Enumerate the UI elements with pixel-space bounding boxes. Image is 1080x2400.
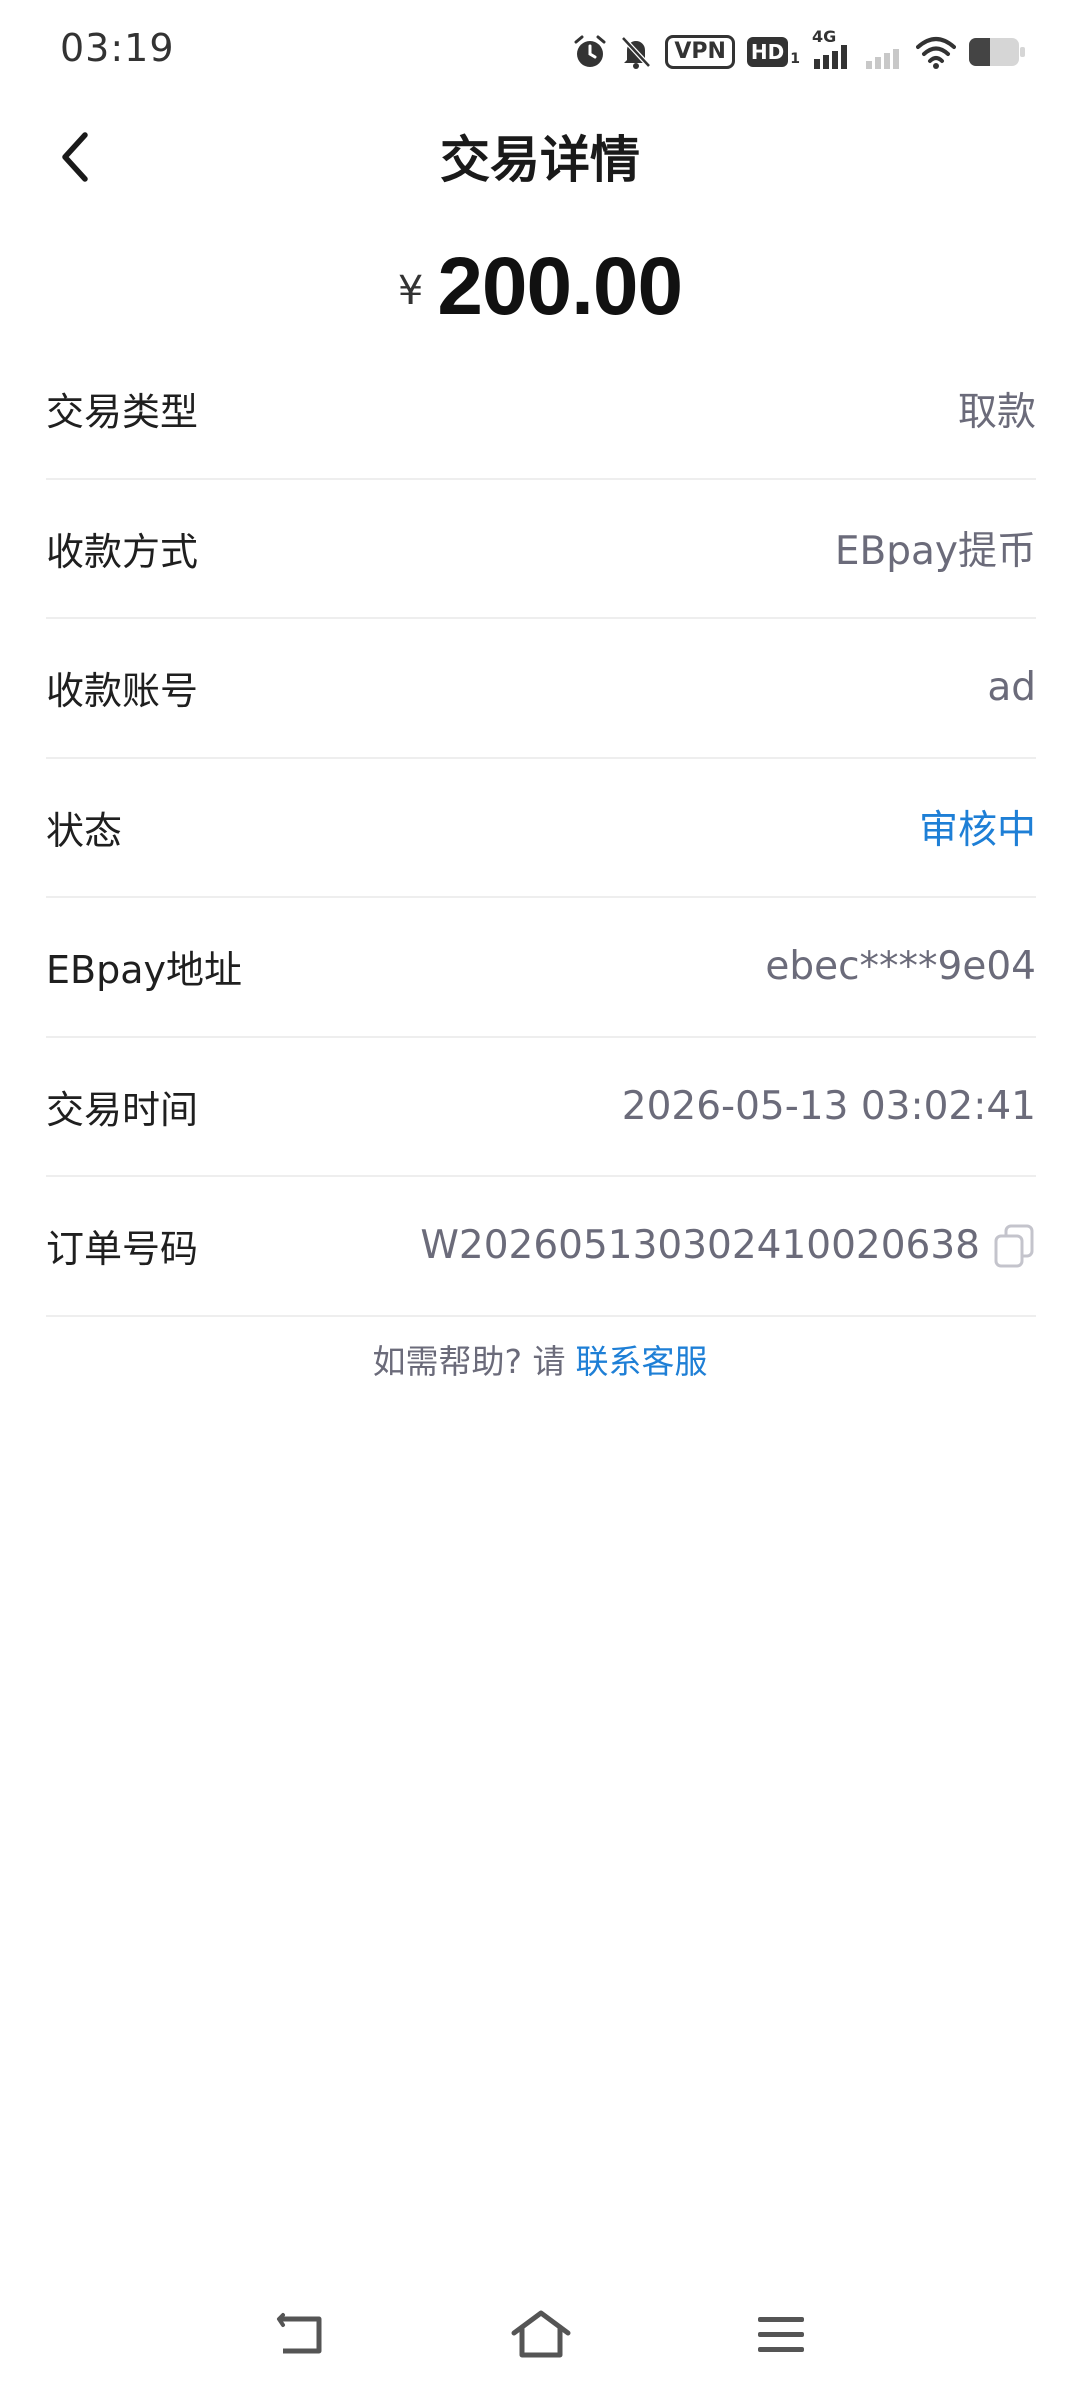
battery-icon (969, 38, 1025, 66)
row-payment-method: 收款方式 EBpay提币 (46, 480, 1036, 619)
row-value: 2026-05-13 03:02:41 (621, 1083, 1036, 1129)
nav-menu-button[interactable] (731, 2290, 831, 2380)
page-title: 交易详情 (440, 131, 640, 189)
wifi-icon (916, 37, 956, 69)
copy-button[interactable] (992, 1222, 1036, 1270)
menu-icon (758, 2317, 804, 2352)
header: 交易详情 (0, 95, 1080, 225)
row-label: 订单号码 (46, 1227, 199, 1272)
back-icon (277, 2313, 322, 2354)
row-value: ad (987, 665, 1036, 711)
row-value: EBpay提币 (834, 529, 1036, 575)
system-nav-bar (0, 2290, 1080, 2380)
row-account-number: 收款账号 ad (46, 619, 1036, 759)
hd-badge: HD 1 (746, 37, 800, 67)
row-label: 状态 (46, 808, 123, 853)
nav-back-button[interactable] (251, 2290, 351, 2380)
row-transaction-type: 交易类型 取款 (46, 340, 1036, 480)
row-order-number: 订单号码 W202605130302410020638 (46, 1177, 1036, 1317)
row-value: 取款 (957, 389, 1036, 435)
copy-icon (994, 1224, 1034, 1268)
transaction-details: 交易类型 取款 收款方式 EBpay提币 收款账号 ad 状态 审核中 EBpa… (46, 340, 1036, 1317)
nav-home-button[interactable] (491, 2290, 591, 2380)
row-label: 交易类型 (46, 390, 199, 435)
order-number-value: W202605130302410020638 (420, 1223, 980, 1269)
row-ebpay-address: EBpay地址 ebec****9e04 (46, 898, 1036, 1038)
hd-label: HD (746, 37, 789, 67)
row-label: 收款账号 (46, 669, 199, 714)
alarm-icon (574, 35, 606, 67)
status-time: 03:19 (60, 26, 175, 70)
hd-sub-label: 1 (790, 51, 800, 67)
help-prompt: 如需帮助? 请 (372, 1342, 566, 1381)
row-status: 状态 审核中 (46, 759, 1036, 898)
help-text: 如需帮助? 请联系客服 (0, 1335, 1080, 1383)
row-transaction-time: 交易时间 2026-05-13 03:02:41 (46, 1038, 1036, 1177)
row-label: 收款方式 (46, 529, 199, 574)
status-bar: 03:19 VPN HD 1 4G (0, 0, 1080, 100)
row-value: ebec****9e04 (765, 944, 1036, 990)
status-value: 审核中 (918, 808, 1036, 854)
mute-bell-icon (621, 36, 652, 69)
amount-display: ¥200.00 (0, 240, 1080, 340)
order-number-container: W202605130302410020638 (420, 1222, 1036, 1270)
row-label: EBpay地址 (46, 948, 242, 993)
amount-value: 200.00 (437, 241, 683, 332)
contact-support-link[interactable]: 联系客服 (576, 1342, 708, 1381)
signal-4g: 4G (812, 27, 852, 69)
status-icons: VPN HD 1 4G (573, 27, 1026, 74)
vpn-badge: VPN (665, 35, 735, 69)
currency-symbol: ¥ (397, 268, 424, 314)
home-icon (511, 2310, 571, 2358)
row-label: 交易时间 (46, 1087, 199, 1132)
network-type-label: 4G (812, 27, 837, 46)
signal-weak-icon (866, 49, 899, 69)
